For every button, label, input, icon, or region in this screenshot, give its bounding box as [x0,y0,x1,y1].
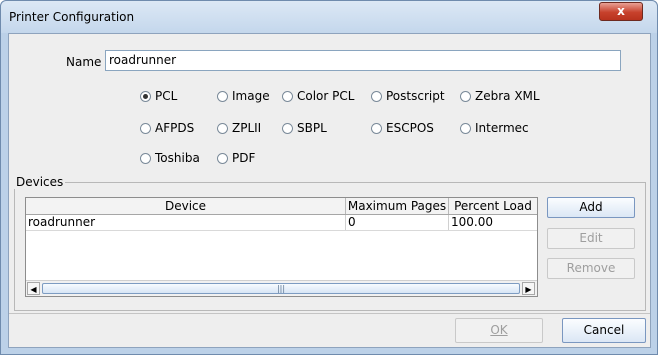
radio-icon [460,91,471,102]
ok-button-label: OK [490,323,508,337]
radio-pcl[interactable]: PCL [140,89,177,105]
cell-percent-load: 100.00 [451,215,493,229]
dialog-content: Name roadrunner PCL Image Color PCL Post… [8,33,651,348]
radio-selected-icon [140,91,151,102]
radio-sbpl[interactable]: SBPL [282,121,327,137]
name-input[interactable]: roadrunner [105,50,621,71]
radio-intermec[interactable]: Intermec [460,121,529,137]
radio-icon [217,91,228,102]
radio-icon [217,153,228,164]
close-button[interactable]: x [599,2,643,21]
name-label: Name [66,55,102,69]
devices-legend: Devices [14,175,66,189]
radio-zplii[interactable]: ZPLII [217,121,261,137]
edit-button[interactable]: Edit [547,228,635,249]
radio-icon [140,123,151,134]
window-title: Printer Configuration [9,10,135,24]
horizontal-scrollbar[interactable]: ◀ ||| ▶ [26,280,537,296]
column-header-maximum-pages[interactable]: Maximum Pages [346,198,449,214]
close-icon: x [617,4,625,18]
printer-configuration-dialog: Printer Configuration x Name roadrunner … [0,0,658,355]
radio-label: Intermec [475,121,529,135]
radio-label: Image [232,89,270,103]
radio-icon [140,153,151,164]
radio-toshiba[interactable]: Toshiba [140,151,200,167]
radio-icon [217,123,228,134]
cell-maximum-pages: 0 [346,215,449,230]
cancel-button[interactable]: Cancel [562,318,646,343]
radio-zebra-xml[interactable]: Zebra XML [460,89,540,105]
radio-icon [460,123,471,134]
cancel-button-label: Cancel [583,323,625,337]
footer-divider [9,313,650,314]
cell-device: roadrunner [26,215,346,230]
radio-label: SBPL [297,121,327,135]
radio-icon [282,91,293,102]
radio-icon [371,91,382,102]
column-header-percent-load[interactable]: Percent Load [449,198,537,214]
radio-image[interactable]: Image [217,89,270,105]
radio-icon [282,123,293,134]
radio-label: Toshiba [155,151,200,165]
radio-label: ZPLII [232,121,262,135]
table-header: Device Maximum Pages Percent Load [26,198,537,215]
devices-table[interactable]: Device Maximum Pages Percent Load roadru… [25,197,538,297]
ok-button[interactable]: OK [455,318,543,343]
scroll-right-icon[interactable]: ▶ [522,282,535,295]
radio-label: Postscript [386,89,445,103]
radio-label: ESCPOS [386,121,434,135]
scroll-left-icon[interactable]: ◀ [27,282,40,295]
radio-label: Color PCL [297,89,355,103]
add-button[interactable]: Add [547,197,635,218]
scroll-thumb[interactable]: ||| [42,283,520,294]
radio-escpos[interactable]: ESCPOS [371,121,434,137]
radio-afpds[interactable]: AFPDS [140,121,194,137]
table-row[interactable]: roadrunner 0 100.00 [26,215,537,231]
radio-label: PDF [232,151,256,165]
title-bar[interactable]: Printer Configuration x [1,1,657,33]
radio-label: AFPDS [155,121,195,135]
radio-postscript[interactable]: Postscript [371,89,445,105]
remove-button[interactable]: Remove [547,258,635,279]
radio-label: Zebra XML [475,89,540,103]
radio-color-pcl[interactable]: Color PCL [282,89,354,105]
radio-pdf[interactable]: PDF [217,151,255,167]
radio-label: PCL [155,89,178,103]
column-header-device[interactable]: Device [26,198,346,214]
radio-icon [371,123,382,134]
